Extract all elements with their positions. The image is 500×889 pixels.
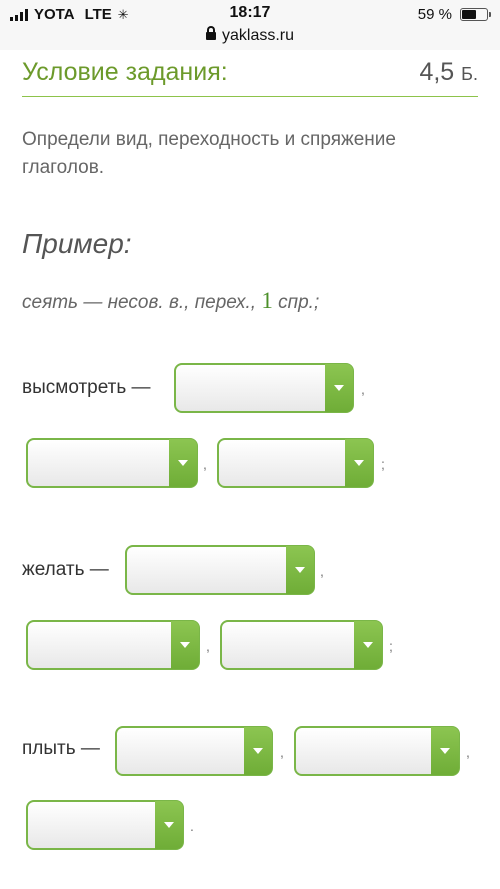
chevron-down-icon bbox=[295, 567, 305, 573]
status-right: 59 % bbox=[417, 6, 491, 23]
score-value: 4,5 bbox=[419, 58, 455, 86]
aspect-select-2[interactable] bbox=[125, 545, 315, 595]
verb-label-2: желать — bbox=[22, 559, 109, 580]
dropdown-button[interactable] bbox=[345, 439, 373, 487]
battery-icon bbox=[460, 8, 491, 21]
status-bar: YOTA LTE ✳ 18:17 59 % yaklass.ru bbox=[0, 0, 500, 50]
dropdown-button[interactable] bbox=[354, 621, 382, 669]
chevron-down-icon bbox=[440, 748, 450, 754]
conjugation-select-1[interactable] bbox=[217, 438, 374, 488]
task-score: 4,5 Б. bbox=[419, 58, 478, 87]
task-instruction: Определи вид, переходность и спряжение г… bbox=[22, 129, 396, 178]
dropdown-button[interactable] bbox=[286, 546, 314, 594]
dropdown-button[interactable] bbox=[244, 727, 272, 775]
separator: , bbox=[361, 381, 365, 397]
dropdown-button[interactable] bbox=[325, 364, 353, 412]
chevron-down-icon bbox=[363, 642, 373, 648]
example-title: Пример: bbox=[22, 228, 132, 259]
score-unit: Б. bbox=[461, 64, 478, 84]
chevron-down-icon bbox=[178, 460, 188, 466]
example-end: спр.; bbox=[272, 292, 320, 313]
separator: , bbox=[203, 456, 207, 472]
chevron-down-icon bbox=[180, 642, 190, 648]
lock-icon bbox=[205, 26, 216, 40]
separator: . bbox=[190, 818, 194, 834]
dropdown-button[interactable] bbox=[155, 801, 183, 849]
chevron-down-icon bbox=[253, 748, 263, 754]
example-body: сеять — несов. в., перех., bbox=[22, 292, 262, 313]
separator: ; bbox=[381, 456, 385, 472]
aspect-select-3[interactable] bbox=[115, 726, 273, 776]
separator: , bbox=[206, 638, 210, 654]
example-number: 1 bbox=[261, 288, 273, 313]
dropdown-button[interactable] bbox=[171, 621, 199, 669]
conjugation-select-3[interactable] bbox=[26, 800, 184, 850]
task-title: Условие задания: bbox=[22, 58, 228, 86]
chevron-down-icon bbox=[354, 460, 364, 466]
aspect-select-1[interactable] bbox=[174, 363, 354, 413]
separator: , bbox=[280, 744, 284, 760]
verb-label-1: высмотреть — bbox=[22, 377, 151, 398]
dropdown-button[interactable] bbox=[169, 439, 197, 487]
separator: ; bbox=[389, 638, 393, 654]
task-header: Условие задания: 4,5 Б. bbox=[22, 54, 478, 97]
transitivity-select-3[interactable] bbox=[294, 726, 460, 776]
url-text: yaklass.ru bbox=[221, 27, 295, 44]
dropdown-button[interactable] bbox=[431, 727, 459, 775]
separator: , bbox=[320, 563, 324, 579]
address-bar[interactable]: yaklass.ru bbox=[0, 26, 500, 45]
transitivity-select-2[interactable] bbox=[26, 620, 200, 670]
chevron-down-icon bbox=[164, 822, 174, 828]
battery-fill bbox=[462, 10, 476, 19]
transitivity-select-1[interactable] bbox=[26, 438, 198, 488]
verb-label-3: плыть — bbox=[22, 738, 100, 759]
separator: , bbox=[466, 744, 470, 760]
chevron-down-icon bbox=[334, 385, 344, 391]
battery-percent: 59 % bbox=[417, 6, 452, 23]
example-text: сеять — несов. в., перех., 1 спр.; bbox=[22, 288, 319, 314]
conjugation-select-2[interactable] bbox=[220, 620, 383, 670]
